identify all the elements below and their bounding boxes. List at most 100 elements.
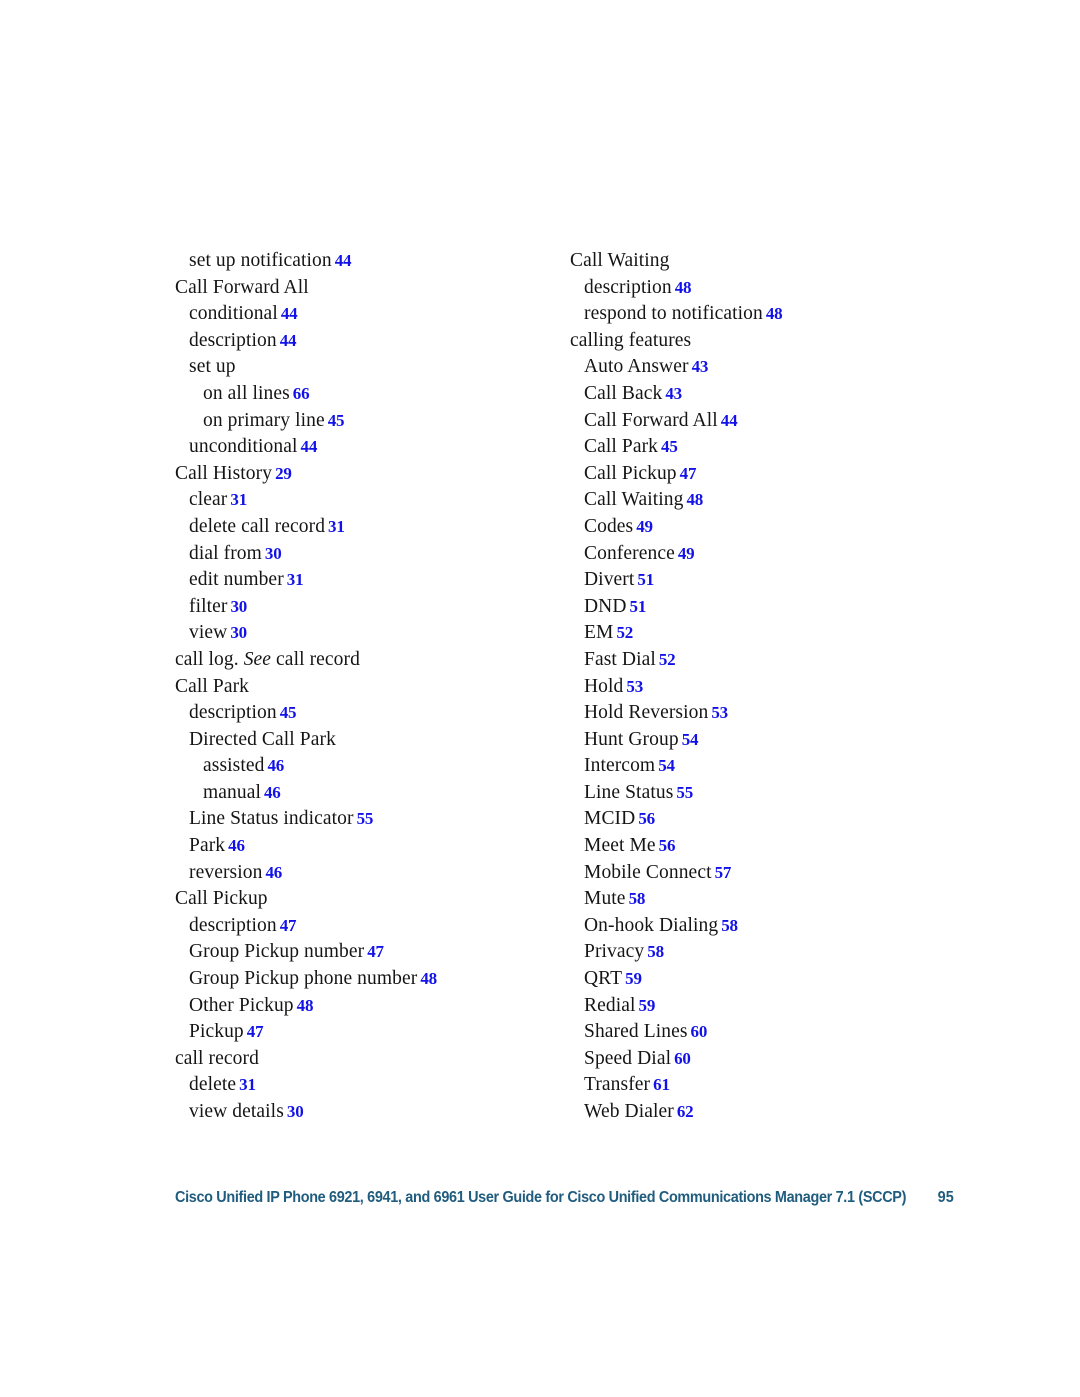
index-page-reference[interactable]: 47	[367, 942, 384, 961]
index-entry: Auto Answer 43	[570, 354, 965, 381]
index-entry: call log. See call record	[175, 647, 570, 674]
index-entry: clear 31	[175, 487, 570, 514]
index-entry-label: Directed Call Park	[189, 728, 336, 750]
index-page-reference[interactable]: 31	[287, 570, 304, 589]
index-entry-label: manual	[203, 781, 261, 803]
index-page-reference[interactable]: 60	[674, 1049, 691, 1068]
index-page-reference[interactable]: 57	[715, 863, 732, 882]
index-page-reference[interactable]: 30	[231, 597, 248, 616]
index-entry: Redial 59	[570, 993, 965, 1020]
index-entry-label: clear	[189, 489, 228, 511]
index-page-reference[interactable]: 60	[691, 1022, 708, 1041]
index-entry: Meet Me 56	[570, 833, 965, 860]
index-page-reference[interactable]: 44	[721, 411, 738, 430]
index-entry-label: on primary line	[203, 409, 325, 431]
index-page-reference[interactable]: 48	[686, 490, 703, 509]
index-entry-label: call record	[175, 1047, 259, 1069]
index-page-reference[interactable]: 43	[665, 384, 682, 403]
index-entry: description 45	[175, 700, 570, 727]
index-entry-label: Group Pickup phone number	[189, 968, 418, 990]
index-entry: delete call record 31	[175, 514, 570, 541]
index-page-reference[interactable]: 59	[625, 969, 642, 988]
index-entry: Group Pickup number 47	[175, 939, 570, 966]
index-page-reference[interactable]: 46	[267, 756, 284, 775]
index-entry-label: set up	[189, 356, 236, 378]
index-page-reference[interactable]: 58	[647, 942, 664, 961]
index-entry: Call Waiting 48	[570, 487, 965, 514]
index-entry: description 44	[175, 328, 570, 355]
index-entry-label: Park	[189, 835, 226, 857]
index-page-reference[interactable]: 55	[676, 783, 693, 802]
index-entry: assisted 46	[175, 753, 570, 780]
index-page-reference[interactable]: 31	[239, 1075, 256, 1094]
index-page-reference[interactable]: 48	[297, 996, 314, 1015]
index-page-reference[interactable]: 53	[626, 677, 643, 696]
index-entry: Park 46	[175, 833, 570, 860]
index-entry: view 30	[175, 620, 570, 647]
index-entry: description 47	[175, 913, 570, 940]
index-page-reference[interactable]: 45	[328, 411, 345, 430]
index-page-reference[interactable]: 29	[275, 464, 292, 483]
index-entry-label: Conference	[584, 542, 675, 564]
index-page-reference[interactable]: 30	[230, 623, 247, 642]
index-page-reference[interactable]: 51	[630, 597, 647, 616]
index-page-reference[interactable]: 47	[280, 916, 297, 935]
index-page-reference[interactable]: 49	[636, 517, 653, 536]
index-page-reference[interactable]: 66	[293, 384, 310, 403]
index-page-reference[interactable]: 30	[287, 1102, 304, 1121]
index-page-reference[interactable]: 46	[228, 836, 245, 855]
index-page-reference[interactable]: 58	[721, 916, 738, 935]
index-page-reference[interactable]: 48	[420, 969, 437, 988]
index-entry-label: reversion	[189, 861, 263, 883]
index-page-reference[interactable]: 58	[629, 889, 646, 908]
index-page-reference[interactable]: 54	[658, 756, 675, 775]
index-entry-label: DND	[584, 595, 627, 617]
index-entry-label: Mobile Connect	[584, 861, 712, 883]
index-entry-label: QRT	[584, 968, 623, 990]
index-page-reference[interactable]: 45	[280, 703, 297, 722]
index-entry: Mute 58	[570, 886, 965, 913]
index-page-reference[interactable]: 51	[637, 570, 654, 589]
index-page-reference[interactable]: 54	[682, 730, 699, 749]
page-number: 95	[937, 1189, 954, 1206]
index-page-reference[interactable]: 44	[281, 304, 298, 323]
index-page-reference[interactable]: 48	[766, 304, 783, 323]
index-page-reference[interactable]: 56	[638, 809, 655, 828]
index-page-reference[interactable]: 47	[247, 1022, 264, 1041]
index-entry: Call Waiting	[570, 248, 965, 275]
index-page-reference[interactable]: 31	[230, 490, 247, 509]
index-page-reference[interactable]: 44	[280, 331, 297, 350]
index-page-reference[interactable]: 56	[659, 836, 676, 855]
index-entry: set up notification 44	[175, 248, 570, 275]
index-page-reference[interactable]: 46	[264, 783, 281, 802]
index-entry: reversion 46	[175, 860, 570, 887]
index-page-reference[interactable]: 44	[301, 437, 318, 456]
index-page-reference[interactable]: 45	[661, 437, 678, 456]
index-entry: description 48	[570, 275, 965, 302]
index-column-left: set up notification 44 Call Forward All con…	[175, 248, 570, 1126]
index-page-reference[interactable]: 52	[616, 623, 633, 642]
index-page-reference[interactable]: 59	[639, 996, 656, 1015]
index-page-reference[interactable]: 49	[678, 544, 695, 563]
index-page-reference[interactable]: 52	[659, 650, 676, 669]
index-page-reference[interactable]: 62	[677, 1102, 694, 1121]
index-page-reference[interactable]: 48	[675, 278, 692, 297]
page-footer: Cisco Unified IP Phone 6921, 6941, and 6…	[175, 1189, 954, 1207]
index-entry: filter 30	[175, 594, 570, 621]
index-entry-label: Divert	[584, 569, 635, 591]
index-entry: Group Pickup phone number 48	[175, 966, 570, 993]
index-page-reference[interactable]: 46	[265, 863, 282, 882]
index-page-reference[interactable]: 30	[265, 544, 282, 563]
index-page-reference[interactable]: 47	[680, 464, 697, 483]
index-entry-label: call log. See call record	[175, 648, 360, 670]
index-entry: Call Park 45	[570, 434, 965, 461]
index-page-reference[interactable]: 55	[357, 809, 374, 828]
index-page-reference[interactable]: 61	[653, 1075, 670, 1094]
index-entry: Call Forward All	[175, 275, 570, 302]
index-entry-label: Call Forward All	[175, 276, 309, 298]
index-page-reference[interactable]: 53	[711, 703, 728, 722]
index-page-reference[interactable]: 43	[692, 357, 709, 376]
index-page-reference[interactable]: 31	[328, 517, 345, 536]
index-page-reference[interactable]: 44	[335, 251, 352, 270]
index-entry-label: Intercom	[584, 755, 656, 777]
